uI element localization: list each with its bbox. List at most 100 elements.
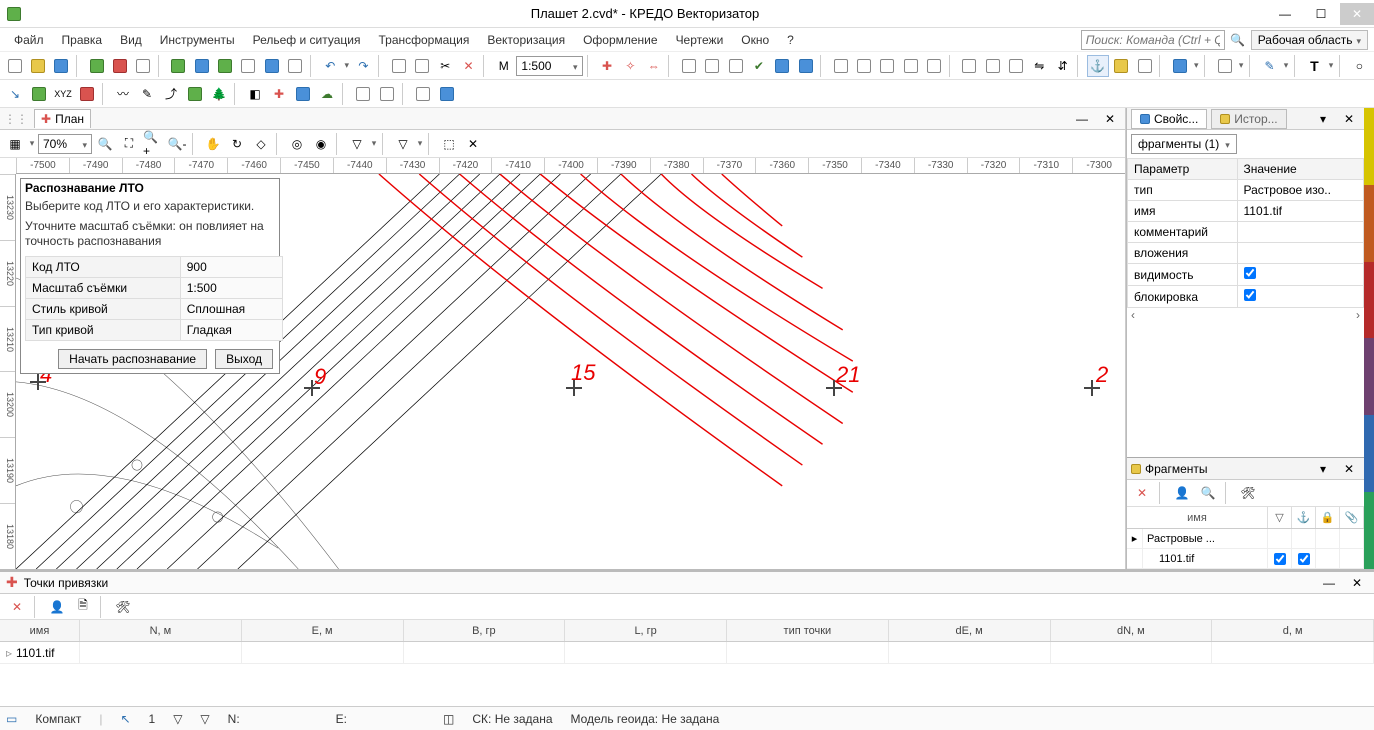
tb-icon-45[interactable]: ○ (1349, 55, 1370, 77)
tb-icon-13[interactable] (284, 55, 305, 77)
workspace-dropdown[interactable]: Рабочая область (1251, 30, 1368, 50)
import-icon[interactable] (86, 55, 107, 77)
tb-icon-35[interactable] (1005, 55, 1026, 77)
filter3-drop[interactable] (416, 138, 424, 149)
zoom-combo[interactable]: 70% (38, 134, 92, 154)
status-proj-icon[interactable]: ◫ (443, 712, 454, 726)
tb-icon-23[interactable] (702, 55, 723, 77)
prop-v3[interactable] (1237, 243, 1364, 264)
menu-tools[interactable]: Инструменты (152, 31, 243, 49)
pt4-icon[interactable]: ◎ (286, 133, 308, 155)
cloud-icon[interactable]: ☁ (316, 83, 338, 105)
tb-drop-40[interactable] (1192, 60, 1200, 71)
tab-history[interactable]: Истор... (1211, 109, 1286, 129)
tb2-17[interactable] (436, 83, 458, 105)
tb-icon-12[interactable] (261, 55, 282, 77)
dock-tool-icon[interactable]: 🛠 (112, 596, 134, 618)
tb-icon-33[interactable] (959, 55, 980, 77)
gh-dE[interactable]: dE, м (889, 620, 1051, 641)
dock-doc-icon[interactable]: 🗎 (72, 596, 94, 618)
rotate-icon[interactable]: ↻ (226, 133, 248, 155)
tb-icon-40[interactable] (1169, 55, 1190, 77)
side-tab-3[interactable] (1364, 262, 1374, 339)
gh-B[interactable]: B, гр (404, 620, 566, 641)
status-compact[interactable]: Компакт (35, 712, 81, 726)
gh-d[interactable]: d, м (1212, 620, 1374, 641)
text-dropdown[interactable] (1327, 60, 1335, 71)
prop-v4[interactable] (1237, 264, 1364, 286)
tb2-10[interactable]: ◧ (244, 83, 266, 105)
frag-hdr-clip-icon[interactable]: 📎 (1340, 507, 1364, 528)
tb-icon-30[interactable] (877, 55, 898, 77)
frag-tool-icon[interactable]: 🛠 (1237, 482, 1259, 504)
tb-icon-28[interactable] (830, 55, 851, 77)
expand-icon[interactable]: ▸ (1127, 529, 1143, 548)
target-icon[interactable]: ✚ (596, 55, 617, 77)
filter-icon[interactable]: ▦ (4, 133, 26, 155)
tb2-8[interactable] (184, 83, 206, 105)
tb-icon-10[interactable] (214, 55, 235, 77)
frag-item-row[interactable]: 1101.tif (1127, 549, 1364, 569)
tb2-2[interactable] (28, 83, 50, 105)
redo-icon[interactable]: ↷ (353, 55, 374, 77)
tb-icon-29[interactable] (853, 55, 874, 77)
filter2-drop[interactable] (370, 138, 378, 149)
menu-file[interactable]: Файл (6, 31, 52, 49)
lock-checkbox[interactable] (1244, 289, 1256, 301)
tb-icon-8[interactable] (168, 55, 189, 77)
recog-start-button[interactable]: Начать распознавание (58, 349, 207, 369)
search-icon[interactable]: 🔍 (1227, 29, 1249, 51)
check-icon[interactable]: ✔ (748, 55, 769, 77)
tb-icon-11[interactable] (238, 55, 259, 77)
copy-icon[interactable] (388, 55, 409, 77)
menu-transform[interactable]: Трансформация (370, 31, 477, 49)
visibility-checkbox[interactable] (1244, 267, 1256, 279)
side-tab-6[interactable] (1364, 492, 1374, 569)
right-drop-icon[interactable]: ▾ (1312, 108, 1334, 130)
plan-minimize-icon[interactable]: — (1071, 108, 1093, 130)
frag-del-icon[interactable]: ✕ (1131, 482, 1153, 504)
flip-h-icon[interactable]: ⇋ (1029, 55, 1050, 77)
dock-min-icon[interactable]: — (1318, 572, 1340, 594)
filter3-icon[interactable]: ▽ (392, 133, 414, 155)
gh-E[interactable]: E, м (242, 620, 404, 641)
maximize-button[interactable]: ☐ (1304, 3, 1338, 25)
minimize-button[interactable]: — (1268, 3, 1302, 25)
plan-tab[interactable]: ✚План (34, 109, 91, 128)
compact-icon[interactable]: ▭ (6, 712, 17, 726)
filter2-icon[interactable]: ▽ (346, 133, 368, 155)
zoom-out-icon[interactable]: 🔍- (166, 133, 188, 155)
tab-properties[interactable]: Свойс... (1131, 109, 1207, 129)
zoom-default-icon[interactable]: 🔍 (94, 133, 116, 155)
plan-close-icon[interactable]: ✕ (1099, 108, 1121, 130)
tb2-11[interactable]: ✚ (268, 83, 290, 105)
dock-find-icon[interactable]: 👤 (46, 596, 68, 618)
tb-icon-26[interactable] (772, 55, 793, 77)
pt9-icon[interactable]: ✕ (462, 133, 484, 155)
pt3-icon[interactable]: ◇ (250, 133, 272, 155)
scale-combo[interactable]: 1:500 (516, 56, 582, 76)
save-icon[interactable] (51, 55, 72, 77)
status-filter2-icon[interactable]: ▽ (200, 712, 209, 726)
menu-decor[interactable]: Оформление (575, 31, 665, 49)
tb2-6[interactable]: ✎ (136, 83, 158, 105)
tb-icon-34[interactable] (982, 55, 1003, 77)
recog-v1[interactable]: 1:500 (180, 277, 282, 298)
filter-drop[interactable] (28, 138, 36, 149)
tb2-3[interactable]: XYZ (52, 83, 74, 105)
frag-close-icon[interactable]: ✕ (1338, 458, 1360, 480)
tb-icon-39[interactable] (1134, 55, 1155, 77)
menu-vector[interactable]: Векторизация (479, 31, 573, 49)
tree-icon[interactable]: 🌲 (208, 83, 230, 105)
frag-hdr-name[interactable]: имя (1127, 507, 1268, 528)
tb-icon-21[interactable]: ⇔ (643, 55, 664, 77)
side-tab-1[interactable] (1364, 108, 1374, 185)
side-tab-2[interactable] (1364, 185, 1374, 262)
recog-exit-button[interactable]: Выход (215, 349, 273, 369)
pencil-dropdown[interactable] (1282, 60, 1290, 71)
pt5-icon[interactable]: ◉ (310, 133, 332, 155)
menu-window[interactable]: Окно (733, 31, 777, 49)
cut-icon[interactable]: ✂ (435, 55, 456, 77)
tb-icon-6[interactable] (109, 55, 130, 77)
tb2-16[interactable] (412, 83, 434, 105)
